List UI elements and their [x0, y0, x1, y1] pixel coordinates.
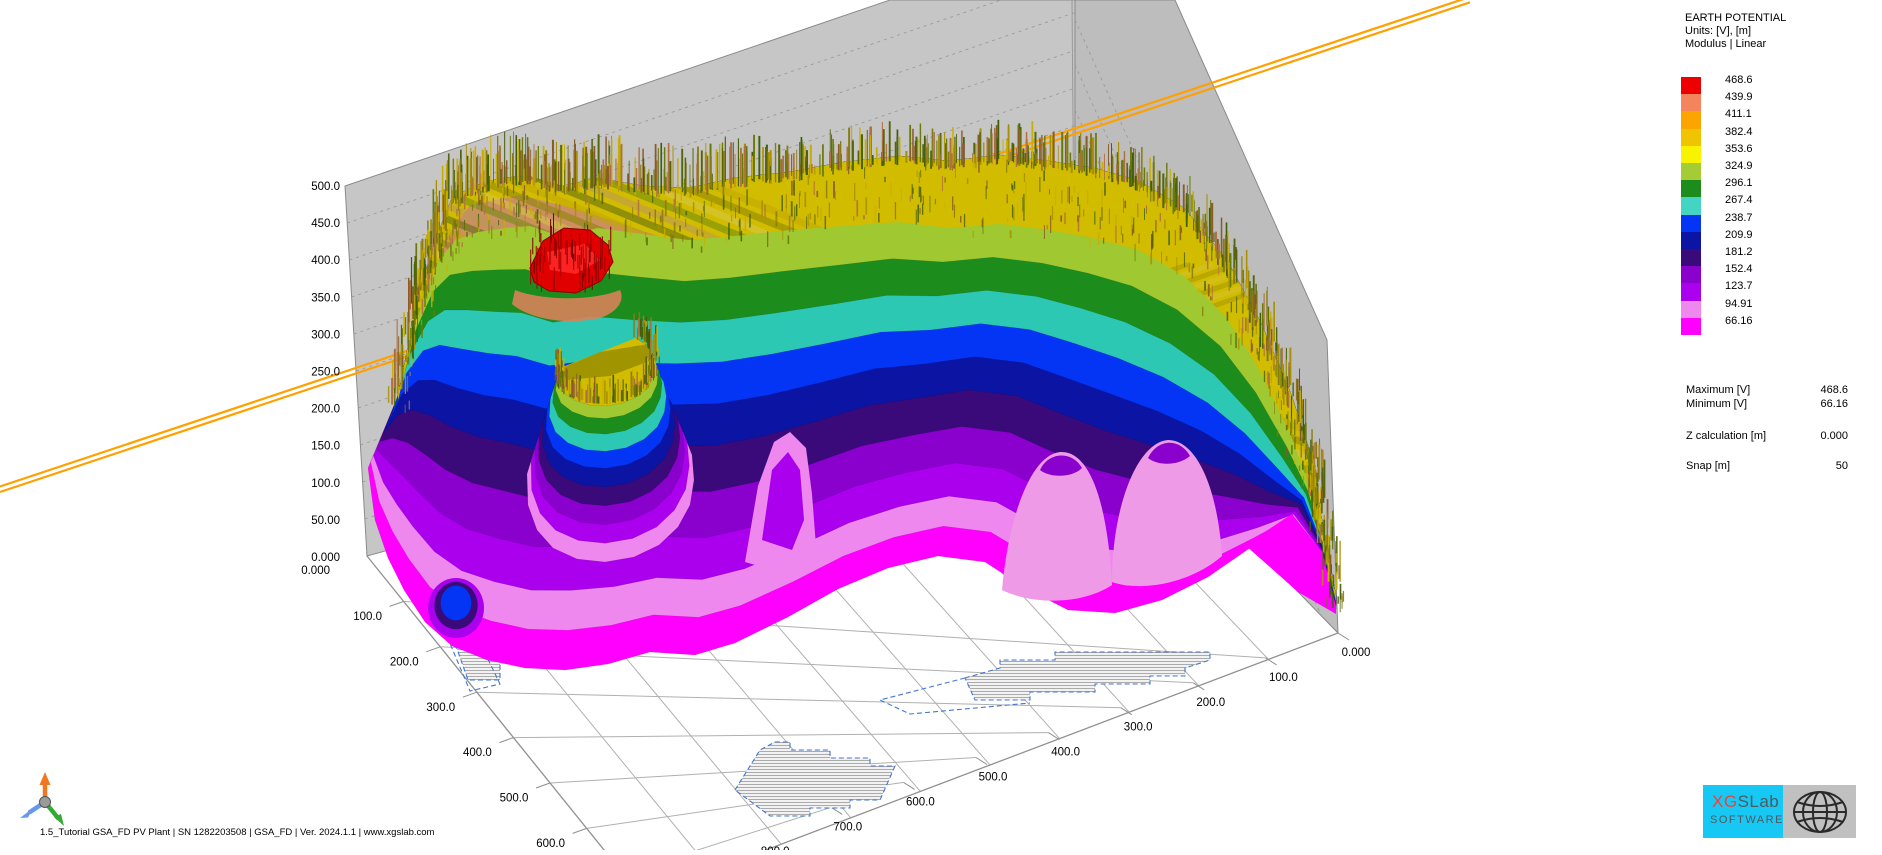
- legend-value: 382.4: [1725, 126, 1753, 138]
- legend-value: 411.1: [1725, 108, 1752, 120]
- legend-value: 324.9: [1725, 160, 1753, 172]
- legend-entry: 152.4: [1681, 266, 1881, 284]
- z-axis-label: 350.0: [311, 292, 340, 304]
- legend-value: 238.7: [1725, 212, 1753, 224]
- stat-value: 468.6: [1820, 384, 1848, 396]
- legend-value: 468.6: [1725, 74, 1753, 86]
- axis-triad-icon: [18, 768, 76, 836]
- legend-title: EARTH POTENTIAL: [1685, 12, 1786, 24]
- xgslab-brand-rest: SLab: [1738, 792, 1780, 811]
- legend-value: 296.1: [1725, 177, 1753, 189]
- legend-entry: 209.9: [1681, 232, 1881, 250]
- legend-value: 267.4: [1725, 194, 1753, 206]
- z-axis-label: 400.0: [311, 255, 340, 267]
- stat-row: Minimum [V] 66.16: [1686, 398, 1848, 410]
- stat-label: Maximum [V]: [1686, 384, 1750, 396]
- z-axis-label: 300.0: [311, 329, 340, 341]
- legend-swatch: [1681, 129, 1701, 146]
- legend-entry: 267.4: [1681, 197, 1881, 215]
- stat-row: Maximum [V] 468.6: [1686, 384, 1848, 396]
- z-axis-label: 500.0: [311, 181, 340, 193]
- legend-swatch: [1681, 301, 1701, 318]
- legend-value: 66.16: [1725, 315, 1753, 327]
- legend-value: 439.9: [1725, 91, 1753, 103]
- legend-value: 353.6: [1725, 143, 1753, 155]
- stat-label: Minimum [V]: [1686, 398, 1747, 410]
- xgslab-software-label: SOFTWARE: [1710, 814, 1784, 826]
- x-axis-label: 600.0: [536, 838, 565, 850]
- y-axis-label: 200.0: [1196, 697, 1225, 709]
- legend-entry: 296.1: [1681, 180, 1881, 198]
- z-axis-label: 150.0: [311, 441, 340, 453]
- legend-entry: 181.2: [1681, 249, 1881, 267]
- xgslab-brand: XGSLab: [1712, 792, 1779, 812]
- stat-value: 50: [1836, 460, 1848, 472]
- stat-value: 66.16: [1820, 398, 1848, 410]
- legend-swatch: [1681, 232, 1701, 249]
- scene-3d-surface: 500.0 450.0 400.0 350.0 300.0 250.0 200.0 150.0…: [0, 0, 1882, 850]
- legend-value: 123.7: [1725, 280, 1753, 292]
- legend-value: 94.91: [1725, 298, 1753, 310]
- y-axis-label: 0.000: [1342, 647, 1371, 659]
- z-axis-label: 0.000: [311, 552, 340, 564]
- legend-entry: 468.6: [1681, 77, 1881, 95]
- globe-icon: [1783, 785, 1856, 838]
- legend-entry: 94.91: [1681, 301, 1881, 319]
- stat-value: 0.000: [1820, 430, 1848, 442]
- legend-entry: 238.7: [1681, 215, 1881, 233]
- legend-entry: 439.9: [1681, 94, 1881, 112]
- stat-row: Snap [m] 50: [1686, 460, 1848, 472]
- y-axis-label: 800.0: [761, 846, 790, 850]
- legend-swatch: [1681, 180, 1701, 197]
- legend-swatch: [1681, 163, 1701, 180]
- legend-entry: 123.7: [1681, 283, 1881, 301]
- x-axis-label: 300.0: [426, 702, 455, 714]
- legend-entry: 66.16: [1681, 318, 1881, 336]
- legend-scale-mode: Modulus | Linear: [1685, 38, 1766, 50]
- y-axis-label: 100.0: [1269, 672, 1298, 684]
- legend-entry: 353.6: [1681, 146, 1881, 164]
- legend-swatch: [1681, 111, 1701, 128]
- x-axis-label: 200.0: [390, 656, 419, 668]
- project-info-text: 1.5_Tutorial GSA_FD PV Plant | SN 128220…: [40, 827, 434, 838]
- y-axis-label: 600.0: [906, 796, 935, 808]
- xgslab-logo-text-box: XGSLab SOFTWARE: [1703, 785, 1783, 838]
- xgslab-brand-accent: XG: [1712, 792, 1738, 811]
- legend-entry: 324.9: [1681, 163, 1881, 181]
- z-axis-label: 450.0: [311, 218, 340, 230]
- stat-row: Z calculation [m] 0.000: [1686, 430, 1848, 442]
- y-axis-label: 500.0: [979, 772, 1008, 784]
- legend-swatch: [1681, 249, 1701, 266]
- z-axis-label: 100.0: [311, 478, 340, 490]
- z-axis-label: 250.0: [311, 367, 340, 379]
- xgslab-logo: XGSLab SOFTWARE: [1703, 785, 1856, 838]
- legend-value: 181.2: [1725, 246, 1753, 258]
- legend-value: 152.4: [1725, 263, 1753, 275]
- y-axis-label: 400.0: [1051, 747, 1080, 759]
- legend-panel: EARTH POTENTIAL Units: [V], [m] Modulus …: [1681, 0, 1881, 500]
- legend-swatch: [1681, 283, 1701, 300]
- legend-swatch: [1681, 77, 1701, 94]
- x-axis-label: 100.0: [353, 611, 382, 623]
- legend-value: 209.9: [1725, 229, 1753, 241]
- legend-swatch: [1681, 215, 1701, 232]
- legend-entry: 382.4: [1681, 129, 1881, 147]
- y-axis-label: 300.0: [1124, 722, 1153, 734]
- legend-swatch: [1681, 94, 1701, 111]
- legend-entry: 411.1: [1681, 111, 1881, 129]
- z-axis-label: 50.00: [311, 515, 340, 527]
- legend-swatch: [1681, 318, 1701, 335]
- legend-swatch: [1681, 146, 1701, 163]
- legend-units: Units: [V], [m]: [1685, 25, 1751, 37]
- viewport-3d[interactable]: 500.0 450.0 400.0 350.0 300.0 250.0 200.0 150.0…: [0, 0, 1882, 850]
- z-axis-label: 200.0: [311, 404, 340, 416]
- x-axis-label: 400.0: [463, 747, 492, 759]
- y-axis-label: 700.0: [833, 821, 862, 833]
- legend-swatch: [1681, 266, 1701, 283]
- x-axis-label: 500.0: [500, 793, 529, 805]
- stat-label: Z calculation [m]: [1686, 430, 1766, 442]
- legend-swatch: [1681, 197, 1701, 214]
- z-axis-origin-label: 0.000: [301, 565, 330, 577]
- stat-label: Snap [m]: [1686, 460, 1730, 472]
